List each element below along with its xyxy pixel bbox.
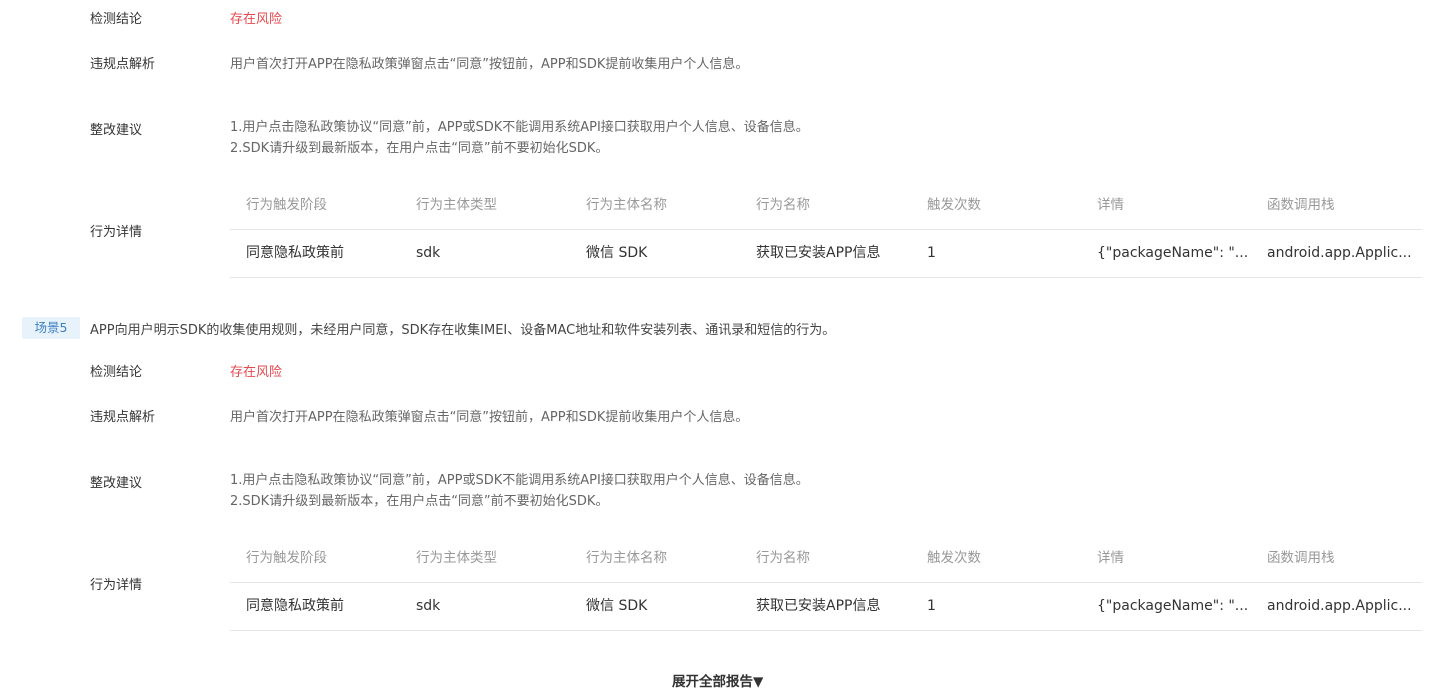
table-row[interactable]: 同意隐私政策前 sdk 微信 SDK 获取已安装APP信息 1 {"packag… xyxy=(230,230,1422,278)
analysis-value: 用户首次打开APP在隐私政策弹窗点击“同意”按钮前，APP和SDK提前收集用户个… xyxy=(230,57,749,72)
table-row[interactable]: 同意隐私政策前 sdk 微信 SDK 获取已安装APP信息 1 {"packag… xyxy=(230,583,1422,631)
cell-trigger-count: 1 xyxy=(927,245,936,261)
suggestion-line-2: 2.SDK请升级到最新版本，在用户点击“同意”前不要初始化SDK。 xyxy=(230,141,609,156)
behavior-table: 行为触发阶段 行为主体类型 行为主体名称 行为名称 触发次数 详情 函数调用栈 … xyxy=(230,182,1422,278)
header-behavior-name: 行为名称 xyxy=(756,197,810,213)
header-trigger-count: 触发次数 xyxy=(927,550,981,566)
header-trigger-stage: 行为触发阶段 xyxy=(246,197,327,213)
header-subject-name: 行为主体名称 xyxy=(586,197,667,213)
cell-call-stack[interactable]: android.app.Applic... xyxy=(1267,583,1417,630)
header-call-stack: 函数调用栈 xyxy=(1267,197,1335,213)
cell-behavior-name: 获取已安装APP信息 xyxy=(756,598,881,614)
cell-call-stack[interactable]: android.app.Applic... xyxy=(1267,230,1417,277)
conclusion-value: 存在风险 xyxy=(230,365,283,380)
cell-trigger-stage: 同意隐私政策前 xyxy=(246,245,344,261)
suggestion-line-1: 1.用户点击隐私政策协议“同意”前，APP或SDK不能调用系统API接口获取用户… xyxy=(230,120,809,135)
cell-subject-name: 微信 SDK xyxy=(586,245,648,261)
conclusion-label: 检测结论 xyxy=(90,365,143,380)
expand-report-button[interactable]: 展开全部报告▼ xyxy=(672,670,763,690)
cell-subject-type: sdk xyxy=(416,245,441,261)
header-subject-name: 行为主体名称 xyxy=(586,550,667,566)
header-call-stack: 函数调用栈 xyxy=(1267,550,1335,566)
detail-label: 行为详情 xyxy=(90,225,143,240)
suggestion-line-2: 2.SDK请升级到最新版本，在用户点击“同意”前不要初始化SDK。 xyxy=(230,494,609,509)
header-subject-type: 行为主体类型 xyxy=(416,550,497,566)
cell-subject-name: 微信 SDK xyxy=(586,598,648,614)
analysis-label: 违规点解析 xyxy=(90,410,156,425)
analysis-value: 用户首次打开APP在隐私政策弹窗点击“同意”按钮前，APP和SDK提前收集用户个… xyxy=(230,410,749,425)
cell-behavior-name: 获取已安装APP信息 xyxy=(756,245,881,261)
cell-trigger-count: 1 xyxy=(927,598,936,614)
header-details: 详情 xyxy=(1097,197,1124,213)
header-trigger-stage: 行为触发阶段 xyxy=(246,550,327,566)
suggestion-line-1: 1.用户点击隐私政策协议“同意”前，APP或SDK不能调用系统API接口获取用户… xyxy=(230,473,809,488)
table-header: 行为触发阶段 行为主体类型 行为主体名称 行为名称 触发次数 详情 函数调用栈 xyxy=(230,535,1422,583)
suggestion-label: 整改建议 xyxy=(90,476,143,491)
scene-tag: 场景5 xyxy=(22,317,80,339)
suggestion-value: 1.用户点击隐私政策协议“同意”前，APP或SDK不能调用系统API接口获取用户… xyxy=(230,470,809,512)
table-header: 行为触发阶段 行为主体类型 行为主体名称 行为名称 触发次数 详情 函数调用栈 xyxy=(230,182,1422,230)
conclusion-value: 存在风险 xyxy=(230,12,283,27)
suggestion-label: 整改建议 xyxy=(90,123,143,138)
behavior-table: 行为触发阶段 行为主体类型 行为主体名称 行为名称 触发次数 详情 函数调用栈 … xyxy=(230,535,1422,631)
analysis-label: 违规点解析 xyxy=(90,57,156,72)
conclusion-label: 检测结论 xyxy=(90,12,143,27)
header-trigger-count: 触发次数 xyxy=(927,197,981,213)
header-subject-type: 行为主体类型 xyxy=(416,197,497,213)
scene-description: APP向用户明示SDK的收集使用规则，未经用户同意，SDK存在收集IMEI、设备… xyxy=(90,323,836,338)
header-details: 详情 xyxy=(1097,550,1124,566)
header-behavior-name: 行为名称 xyxy=(756,550,810,566)
cell-trigger-stage: 同意隐私政策前 xyxy=(246,598,344,614)
cell-details[interactable]: {"packageName": "... xyxy=(1097,230,1247,277)
cell-subject-type: sdk xyxy=(416,598,441,614)
suggestion-value: 1.用户点击隐私政策协议“同意”前，APP或SDK不能调用系统API接口获取用户… xyxy=(230,117,809,159)
cell-details[interactable]: {"packageName": "... xyxy=(1097,583,1247,630)
detail-label: 行为详情 xyxy=(90,578,143,593)
